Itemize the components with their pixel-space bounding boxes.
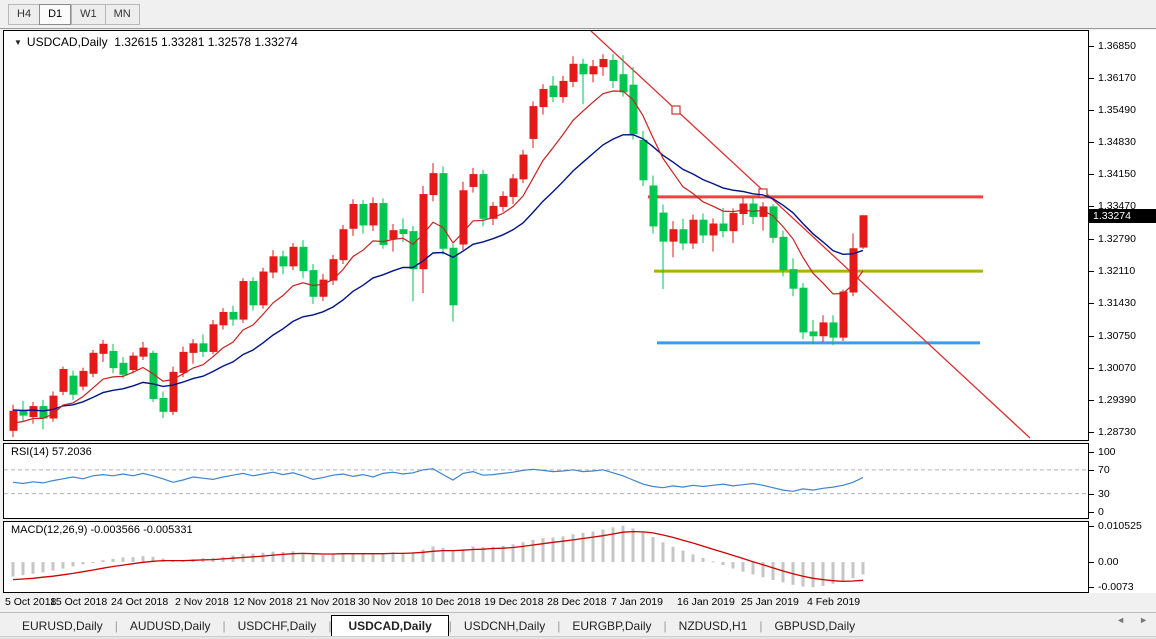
- price-tick-label-tick: [1089, 271, 1094, 272]
- price-tick-label: 1.36170: [1098, 72, 1136, 84]
- price-tick-label-tick: [1089, 336, 1094, 337]
- symbol-tab-audusd[interactable]: AUDUSD,Daily: [118, 616, 223, 636]
- macd-signal-line[interactable]: [13, 532, 863, 582]
- price-tick-label: 1.35490: [1098, 104, 1136, 116]
- date-label: 12 Nov 2018: [233, 596, 293, 608]
- price-tick-label: 1.30750: [1098, 330, 1136, 342]
- date-label: 21 Nov 2018: [296, 596, 356, 608]
- macd-tick-label: 0.00: [1098, 556, 1118, 568]
- price-tick-label-tick: [1089, 432, 1094, 433]
- symbol-tab-gbpusd[interactable]: GBPUSD,Daily: [762, 616, 867, 636]
- macd-label: MACD(12,26,9) -0.003566 -0.005331: [11, 524, 193, 536]
- trendline-handle[interactable]: [672, 106, 680, 114]
- symbol-tab-usdcnh[interactable]: USDCNH,Daily: [452, 616, 557, 636]
- price-tick-label: 1.32790: [1098, 233, 1136, 245]
- price-tick-label: 1.28730: [1098, 426, 1136, 438]
- price-tick-label-tick: [1089, 368, 1094, 369]
- chart-symbol-label: USDCAD,Daily: [27, 35, 108, 49]
- date-label: 15 Oct 2018: [50, 596, 107, 608]
- price-tick-label-tick: [1089, 78, 1094, 79]
- timeframe-toolbar: H4D1W1MN: [0, 0, 1156, 29]
- trading-terminal-window: H4D1W1MN ▼ USDCAD,Daily 1.32615 1.33281 1…: [0, 0, 1156, 639]
- price-tick-label: 1.34150: [1098, 168, 1136, 180]
- rsi-tick-label-tick: [1089, 512, 1094, 513]
- rsi-tick-label: 70: [1098, 464, 1110, 476]
- date-label: 2 Nov 2018: [175, 596, 229, 608]
- date-label: 30 Nov 2018: [358, 596, 418, 608]
- date-label: 10 Dec 2018: [421, 596, 481, 608]
- main-chart-canvas[interactable]: [4, 31, 1088, 440]
- timeframe-tab-h4[interactable]: H4: [8, 4, 39, 25]
- chart-title: ▼ USDCAD,Daily 1.32615 1.33281 1.32578 1.…: [14, 35, 298, 49]
- price-tick-label-tick: [1089, 46, 1094, 47]
- timeframe-tab-mn[interactable]: MN: [105, 4, 140, 25]
- main-chart-panel[interactable]: ▼ USDCAD,Daily 1.32615 1.33281 1.32578 1.…: [3, 30, 1089, 441]
- descending-trendline[interactable]: [591, 31, 1030, 438]
- symbol-tab-usdchf[interactable]: USDCHF,Daily: [226, 616, 329, 636]
- price-axis[interactable]: 1.368501.361701.354901.348301.341501.334…: [1089, 30, 1156, 593]
- symbol-tab-eurusd[interactable]: EURUSD,Daily: [10, 616, 115, 636]
- price-tick-label-tick: [1089, 400, 1094, 401]
- symbol-tab-eurgbp[interactable]: EURGBP,Daily: [560, 616, 663, 636]
- date-label: 16 Jan 2019: [677, 596, 735, 608]
- rsi-tick-label: 30: [1098, 488, 1110, 500]
- rsi-indicator-panel[interactable]: RSI(14) 57.2036: [3, 443, 1089, 519]
- price-tick-label: 1.31430: [1098, 297, 1136, 309]
- chart-ohlc-values: 1.32615 1.33281 1.32578 1.33274: [114, 35, 298, 49]
- fast-ma-line[interactable]: [13, 91, 863, 423]
- date-label: 28 Dec 2018: [547, 596, 607, 608]
- price-tick-label-tick: [1089, 174, 1094, 175]
- price-tick-label: 1.32110: [1098, 265, 1135, 277]
- timeframe-tab-d1[interactable]: D1: [39, 4, 71, 25]
- macd-tick-label-tick: [1089, 526, 1094, 527]
- timeframe-tab-w1[interactable]: W1: [71, 4, 105, 25]
- rsi-tick-label-tick: [1089, 452, 1094, 453]
- candles-layer: [10, 54, 867, 437]
- scroll-left-icon[interactable]: ◄: [1116, 615, 1125, 625]
- date-label: 25 Jan 2019: [741, 596, 799, 608]
- rsi-tick-label: 100: [1098, 446, 1116, 458]
- date-label: 5 Oct 2018: [5, 596, 56, 608]
- macd-tick-label-tick: [1089, 562, 1094, 563]
- rsi-canvas[interactable]: [4, 444, 1088, 518]
- rsi-tick-label: 0: [1098, 506, 1104, 518]
- symbol-tab-usdcad[interactable]: USDCAD,Daily: [331, 615, 448, 637]
- tab-scroll-arrows: ◄ ►: [1116, 615, 1148, 625]
- price-tick-label: 1.36850: [1098, 40, 1136, 52]
- triangle-down-icon: ▼: [14, 38, 22, 47]
- price-tick-label: 1.30070: [1098, 362, 1136, 374]
- price-tick-label-tick: [1089, 142, 1094, 143]
- scroll-right-icon[interactable]: ►: [1139, 615, 1148, 625]
- price-tick-label: 1.34830: [1098, 136, 1136, 148]
- date-label: 4 Feb 2019: [807, 596, 860, 608]
- macd-tick-label-tick: [1089, 587, 1094, 588]
- rsi-line[interactable]: [13, 469, 863, 492]
- macd-tick-label: 0.010525: [1098, 520, 1142, 532]
- symbol-tab-bar: EURUSD,Daily|AUDUSD,Daily|USDCHF,Daily|U…: [0, 612, 1156, 639]
- macd-indicator-panel[interactable]: MACD(12,26,9) -0.003566 -0.005331: [3, 521, 1089, 593]
- date-label: 24 Oct 2018: [111, 596, 168, 608]
- date-label: 7 Jan 2019: [611, 596, 663, 608]
- rsi-tick-label-tick: [1089, 494, 1094, 495]
- time-axis[interactable]: 5 Oct 201815 Oct 2018 24 Oct 2018 2 Nov 20…: [3, 594, 1089, 612]
- price-tick-label-tick: [1089, 303, 1094, 304]
- slow-ma-line[interactable]: [13, 135, 863, 411]
- rsi-label: RSI(14) 57.2036: [11, 446, 92, 458]
- price-tick-label-tick: [1089, 206, 1094, 207]
- symbol-tab-nzdusd[interactable]: NZDUSD,H1: [667, 616, 760, 636]
- price-tick-label-tick: [1089, 110, 1094, 111]
- rsi-tick-label-tick: [1089, 470, 1094, 471]
- macd-tick-label: -0.0073: [1098, 581, 1134, 593]
- price-tick-label: 1.29390: [1098, 394, 1136, 406]
- date-label: 19 Dec 2018: [484, 596, 544, 608]
- current-price-badge: 1.33274: [1089, 209, 1156, 223]
- price-tick-label-tick: [1089, 239, 1094, 240]
